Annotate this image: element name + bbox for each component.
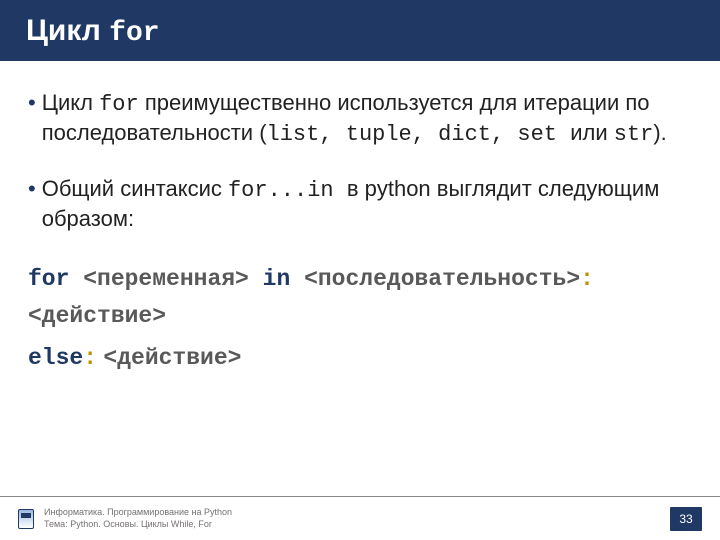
footer-text: Информатика. Программирование на Python …	[44, 507, 670, 530]
slide: Цикл for • Цикл for преимущественно испо…	[0, 0, 720, 540]
slide-title: Цикл for	[26, 14, 694, 49]
title-text: Цикл	[26, 14, 109, 47]
bullet-text: Цикл for преимущественно используется дл…	[42, 89, 692, 149]
footer: Информатика. Программирование на Python …	[0, 496, 720, 540]
bullet-text: Общий синтаксис for...in в python выгляд…	[42, 175, 692, 233]
footer-line-2: Тема: Python. Основы. Циклы While, For	[44, 519, 670, 530]
syntax-line-2: else: <действие>	[28, 339, 692, 377]
slide-body: • Цикл for преимущественно используется …	[0, 61, 720, 540]
footer-logo-icon	[18, 509, 34, 529]
title-keyword: for	[109, 18, 159, 49]
bullet-item: • Общий синтаксис for...in в python выгл…	[28, 175, 692, 233]
syntax-block: for <переменная> in <последовательность>…	[28, 260, 692, 377]
title-bar: Цикл for	[0, 0, 720, 61]
footer-line-1: Информатика. Программирование на Python	[44, 507, 670, 518]
bullet-dot: •	[28, 175, 36, 233]
syntax-line-1: for <переменная> in <последовательность>…	[28, 260, 692, 335]
page-number: 33	[670, 507, 702, 531]
bullet-item: • Цикл for преимущественно используется …	[28, 89, 692, 149]
bullet-dot: •	[28, 89, 36, 149]
